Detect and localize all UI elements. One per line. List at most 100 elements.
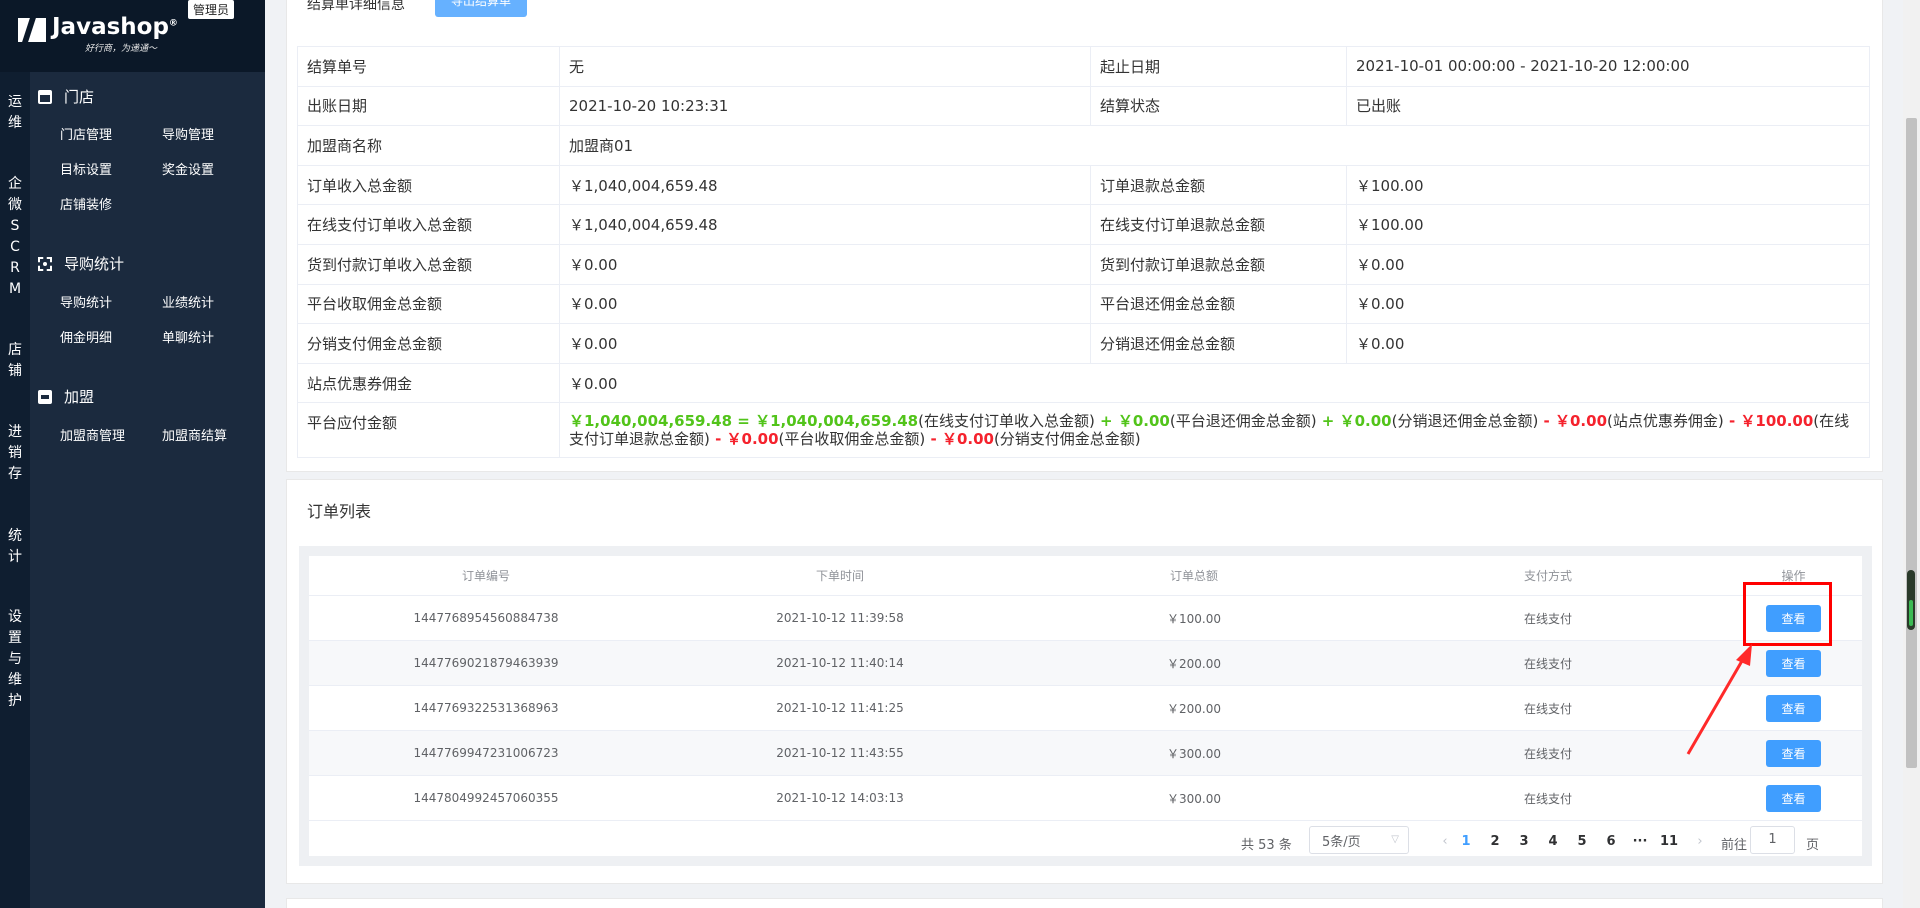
vertical-scrollbar[interactable] — [1903, 0, 1920, 908]
detail-key: 分销支付佣金总金额 — [297, 323, 560, 364]
detail-key: 出账日期 — [297, 85, 560, 127]
table-row: 1447768954560884738 2021-10-12 11:39:58 … — [309, 596, 1862, 641]
sidebar-item-bonus-setting[interactable]: 奖金设置 — [162, 159, 214, 178]
page-ellipsis[interactable]: ··· — [1630, 834, 1650, 849]
detail-value: ￥0.00 — [559, 362, 1870, 404]
detail-row: 分销支付佣金总金额 ￥0.00 分销退还佣金总金额 ￥0.00 — [297, 323, 1870, 364]
detail-key: 结算单号 — [297, 46, 560, 87]
detail-row: 结算单号 无 起止日期 2021-10-01 00:00:00 - 2021-1… — [297, 46, 1870, 87]
rail-item-stats[interactable]: 统计 — [0, 526, 30, 568]
brand-name: Javashop® — [52, 14, 178, 40]
rail-item-inventory[interactable]: 进销存 — [0, 422, 30, 485]
detail-key: 平台收取佣金总金额 — [297, 283, 560, 325]
sidebar-item-commission-detail[interactable]: 佣金明细 — [60, 327, 112, 346]
detail-key: 起止日期 — [1090, 46, 1347, 87]
sidebar-item-target-setting[interactable]: 目标设置 — [60, 159, 112, 178]
next-page-button[interactable]: › — [1690, 834, 1710, 849]
admin-badge: 管理员 — [188, 0, 235, 19]
order-sn: 1447769021879463939 — [413, 656, 559, 670]
page-2[interactable]: 2 — [1485, 834, 1505, 849]
prev-page-button[interactable]: ‹ — [1435, 834, 1455, 849]
page-5[interactable]: 5 — [1572, 834, 1592, 849]
detail-value: 已出账 — [1346, 85, 1870, 127]
floating-widget-icon[interactable] — [1907, 570, 1915, 630]
detail-key: 分销退还佣金总金额 — [1090, 323, 1347, 364]
export-settlement-button[interactable]: 导出结算单 — [435, 0, 527, 17]
rail-item-scrm[interactable]: 企微SCRM — [0, 174, 30, 300]
sidebar-item-shop-decoration[interactable]: 店铺装修 — [60, 194, 112, 213]
table-header: 订单编号 下单时间 订单总额 支付方式 操作 — [309, 556, 1862, 596]
column-header-order-time: 下单时间 — [815, 569, 864, 583]
order-total: ￥200.00 — [1167, 656, 1221, 671]
page-11[interactable]: 11 — [1659, 834, 1679, 849]
order-list-title: 订单列表 — [307, 502, 372, 521]
goto-label: 前往 — [1721, 838, 1748, 853]
goto-page-input[interactable]: 1 — [1750, 826, 1795, 854]
detail-value: 加盟商01 — [559, 125, 1870, 166]
settlement-detail-card: 结算单详细信息 导出结算单 结算单号 无 起止日期 2021-10-01 00:… — [286, 0, 1883, 472]
rail-item-ops[interactable]: 运维 — [0, 92, 30, 134]
detail-value: ￥0.00 — [559, 283, 1091, 325]
chevron-down-icon: ▽ — [1391, 834, 1399, 845]
order-table: 订单编号 下单时间 订单总额 支付方式 操作 14477689545608847… — [309, 556, 1862, 856]
order-time: 2021-10-12 11:43:55 — [776, 746, 904, 760]
detail-value: ￥100.00 — [1346, 164, 1870, 206]
page-size-select[interactable]: 5条/页 ▽ — [1309, 826, 1409, 854]
order-time: 2021-10-12 11:40:14 — [776, 656, 904, 670]
order-list-wrapper: 订单编号 下单时间 订单总额 支付方式 操作 14477689545608847… — [299, 546, 1872, 866]
pay-method: 在线支付 — [1523, 746, 1572, 761]
rail-item-shop[interactable]: 店铺 — [0, 340, 30, 382]
detail-key: 货到付款订单退款总金额 — [1090, 243, 1347, 285]
scrollbar-thumb[interactable] — [1906, 118, 1917, 768]
order-list-card: 订单列表 订单编号 下单时间 订单总额 支付方式 操作 144776895456… — [286, 479, 1883, 884]
detail-value: ￥1,040,004,659.48 — [559, 204, 1091, 245]
order-sn: 1447804992457060355 — [413, 791, 559, 805]
view-order-button[interactable]: 查看 — [1766, 739, 1821, 767]
view-order-button[interactable]: 查看 — [1766, 784, 1821, 812]
sidebar-item-chat-stats[interactable]: 单聊统计 — [162, 327, 214, 346]
detail-key: 货到付款订单收入总金额 — [297, 243, 560, 285]
page-1[interactable]: 1 — [1456, 834, 1476, 849]
detail-key: 在线支付订单收入总金额 — [297, 204, 560, 245]
order-total: ￥300.00 — [1167, 746, 1221, 761]
javashop-logo-icon — [18, 18, 46, 42]
detail-row: 在线支付订单收入总金额 ￥1,040,004,659.48 在线支付订单退款总金… — [297, 204, 1870, 245]
sidebar-item-guide-stats[interactable]: 导购统计 — [60, 292, 112, 311]
payable-formula: ￥1,040,004,659.48 = ￥1,040,004,659.48(在线… — [559, 402, 1870, 459]
view-order-button[interactable]: 查看 — [1766, 694, 1821, 722]
next-card-edge — [286, 898, 1883, 908]
page-3[interactable]: 3 — [1514, 834, 1534, 849]
column-header-order-sn: 订单编号 — [461, 569, 510, 583]
detail-value: ￥0.00 — [559, 323, 1091, 364]
sidebar-item-performance-stats[interactable]: 业绩统计 — [162, 292, 214, 311]
order-sn: 1447769322531368963 — [413, 701, 559, 715]
page-6[interactable]: 6 — [1601, 834, 1621, 849]
detail-value: ￥1,040,004,659.48 — [559, 164, 1091, 206]
order-total: ￥300.00 — [1167, 791, 1221, 806]
page-4[interactable]: 4 — [1543, 834, 1563, 849]
detail-value: ￥0.00 — [1346, 283, 1870, 325]
detail-key: 加盟商名称 — [297, 125, 560, 166]
sidebar-item-guide-manage[interactable]: 导购管理 — [162, 124, 214, 143]
detail-value: ￥100.00 — [1346, 204, 1870, 245]
pagination-total: 共 53 条 — [1241, 838, 1292, 853]
view-order-button[interactable]: 查看 — [1766, 649, 1821, 677]
detail-key: 站点优惠券佣金 — [297, 362, 560, 404]
column-header-pay-method: 支付方式 — [1523, 569, 1572, 583]
settlement-detail-table: 结算单号 无 起止日期 2021-10-01 00:00:00 - 2021-1… — [297, 46, 1870, 459]
order-total: ￥100.00 — [1167, 611, 1221, 626]
sidebar-group-guide-stats: 导购统计 — [38, 253, 124, 274]
order-time: 2021-10-12 11:41:25 — [776, 701, 904, 715]
detail-row: 平台收取佣金总金额 ￥0.00 平台退还佣金总金额 ￥0.00 — [297, 283, 1870, 325]
top-nav-rail: 运维 企微SCRM 店铺 进销存 统计 设置与维护 — [0, 0, 30, 908]
detail-value: 2021-10-20 10:23:31 — [559, 85, 1091, 127]
sidebar-item-store-manage[interactable]: 门店管理 — [60, 124, 112, 143]
column-header-order-total: 订单总额 — [1169, 569, 1218, 583]
table-row: 1447769947231006723 2021-10-12 11:43:55 … — [309, 731, 1862, 776]
pagination: 共 53 条 5条/页 ▽ ‹ 1 2 3 4 5 6 ··· 11 › 前往 1… — [309, 826, 1862, 856]
order-time: 2021-10-12 11:39:58 — [776, 611, 904, 625]
detail-row: 站点优惠券佣金 ￥0.00 — [297, 362, 1870, 404]
rail-item-settings[interactable]: 设置与维护 — [0, 607, 30, 712]
sidebar-item-franchisee-settlement[interactable]: 加盟商结算 — [162, 425, 227, 444]
sidebar-item-franchisee-manage[interactable]: 加盟商管理 — [60, 425, 125, 444]
